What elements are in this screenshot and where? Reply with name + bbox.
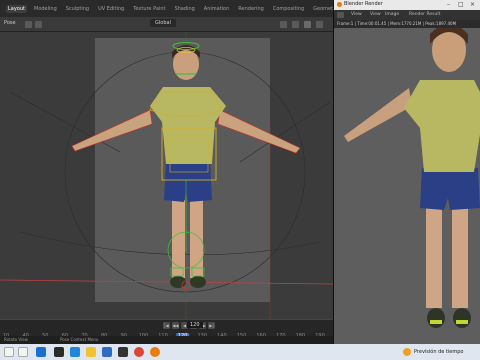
editor-type-icon[interactable] — [337, 12, 344, 18]
current-frame-field[interactable]: 120 — [187, 322, 203, 328]
view-menu-icon[interactable] — [35, 21, 42, 28]
viewport-header: Pose Global — [0, 17, 333, 32]
workspace-tab-compositing[interactable]: Compositing — [271, 5, 306, 13]
weather-text[interactable]: Previsión de tiempo — [414, 349, 463, 355]
render-stats: Frame:1 | Time:00:01.45 | Mem:1770.21M |… — [337, 21, 457, 26]
store-icon[interactable] — [118, 347, 128, 357]
rendered-character — [344, 28, 480, 328]
3d-viewport[interactable] — [0, 32, 333, 319]
overlay-icon[interactable] — [280, 21, 287, 28]
search-icon[interactable] — [54, 347, 64, 357]
status-left-hint: Rotate View — [4, 337, 28, 342]
viewport-scene — [0, 32, 333, 319]
menu-view[interactable]: View — [351, 12, 362, 17]
render-titlebar: Blender Render – □ × — [334, 0, 480, 10]
render-result-image — [334, 28, 480, 344]
playback-button-5[interactable]: ▶| — [208, 322, 215, 329]
playback-button-0[interactable]: |◀ — [163, 322, 170, 329]
render-info-bar: Frame:1 | Time:00:01.45 | Mem:1770.21M |… — [334, 20, 480, 28]
blender-logo-icon — [337, 2, 342, 7]
start-icon[interactable] — [36, 347, 46, 357]
menu-view-2[interactable]: View — [370, 12, 381, 17]
file-explorer-icon[interactable] — [86, 347, 96, 357]
edge-icon[interactable] — [70, 347, 80, 357]
render-window: Blender Render – □ × View View Image Ren… — [333, 0, 480, 344]
xray-icon[interactable] — [292, 21, 299, 28]
menu-image[interactable]: Image — [385, 12, 399, 17]
workspace-tab-uv-editing[interactable]: UV Editing — [96, 5, 126, 13]
workspace-tab-sculpting[interactable]: Sculpting — [64, 5, 91, 13]
weather-icon[interactable] — [403, 348, 411, 356]
maximize-icon[interactable]: □ — [458, 1, 464, 8]
shading-rendered-icon[interactable] — [316, 21, 323, 28]
workspace-tab-layout[interactable]: Layout — [6, 4, 27, 13]
windows-taskbar: Previsión de tiempo — [0, 344, 480, 360]
chrome-icon[interactable] — [134, 347, 144, 357]
image-editor-header: View View Image Render Result — [334, 10, 480, 20]
image-slot-dropdown[interactable]: Render Result — [409, 12, 440, 17]
playback-button-1[interactable]: ◀◀ — [172, 322, 179, 329]
workspace-tab-texture-paint[interactable]: Texture Paint — [131, 5, 167, 13]
minimize-icon[interactable]: – — [447, 1, 450, 8]
workspace-tab-rendering[interactable]: Rendering — [236, 5, 266, 13]
workspace-tab-modeling[interactable]: Modeling — [32, 5, 59, 13]
transform-orientation-dropdown[interactable]: Global — [150, 19, 176, 27]
mail-icon[interactable] — [102, 347, 112, 357]
close-icon[interactable]: × — [470, 1, 475, 8]
status-center-hint: Pose Context Menu — [60, 337, 99, 342]
workspace-tab-shading[interactable]: Shading — [172, 5, 196, 13]
status-bar: Rotate View Pose Context Menu — [0, 336, 333, 344]
taskbar-app-icon-2[interactable] — [18, 347, 28, 357]
taskbar-app-icon-1[interactable] — [4, 347, 14, 357]
workspace-tab-animation[interactable]: Animation — [202, 5, 232, 13]
blender-taskbar-icon[interactable] — [150, 347, 160, 357]
workspace-tabs: Layout Modeling Sculpting UV Editing Texture… — [0, 0, 387, 17]
select-mode-icon[interactable] — [25, 21, 32, 28]
blender-main-window: Layout Modeling Sculpting UV Editing Texture… — [0, 0, 387, 344]
mode-selector[interactable]: Pose — [4, 20, 16, 26]
shading-solid-icon[interactable] — [304, 21, 311, 28]
render-window-title: Blender Render — [344, 1, 383, 7]
